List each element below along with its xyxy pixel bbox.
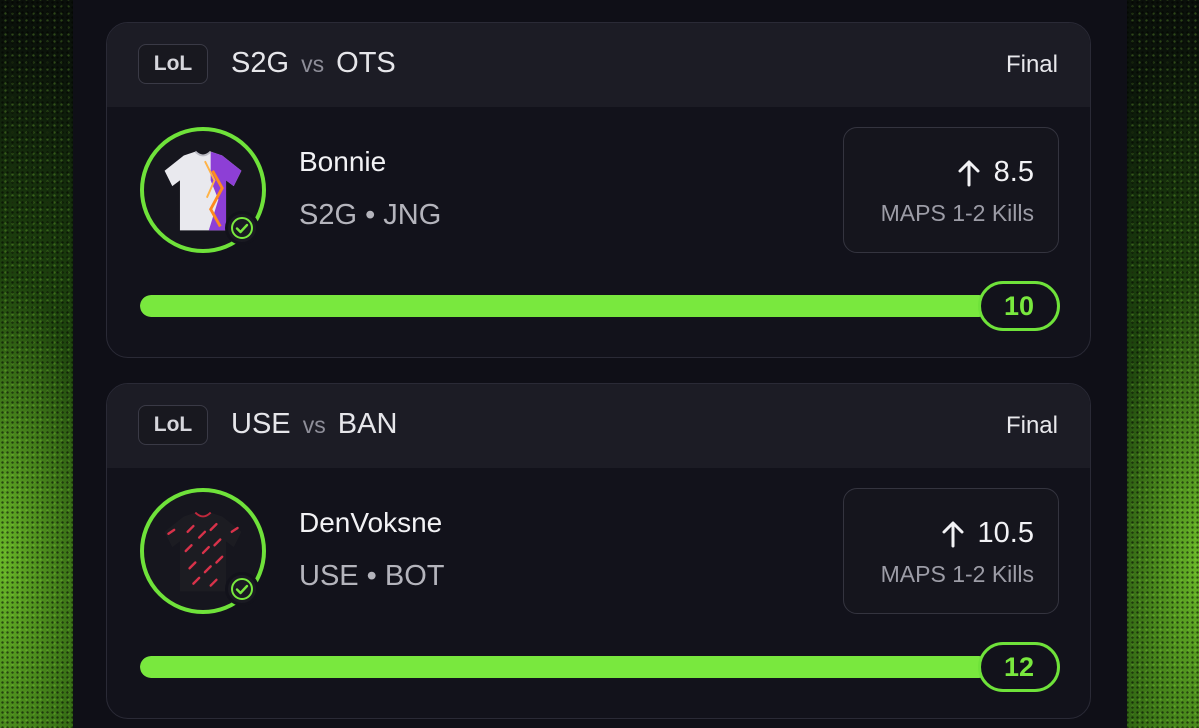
projection-box: 8.5 MAPS 1-2 Kills: [843, 127, 1059, 253]
stat-type: MAPS 1-2 Kills: [880, 200, 1034, 226]
arrow-up-icon: [958, 160, 980, 186]
progress-fill: [140, 295, 990, 317]
matchup: S2G vs OTS: [231, 47, 396, 80]
line-value: 8.5: [993, 156, 1034, 188]
matchup: USE vs BAN: [231, 408, 397, 441]
team-b: BAN: [337, 408, 398, 440]
card-header: LoL S2G vs OTS Final: [107, 23, 1090, 107]
stat-type: MAPS 1-2 Kills: [880, 561, 1034, 587]
team-a: S2G: [231, 47, 290, 79]
vs-label: vs: [301, 51, 325, 77]
pick-card[interactable]: LoL S2G vs OTS Final Bonnie S2G • JNG 8.: [106, 22, 1091, 358]
projection-line: 8.5: [956, 156, 1034, 189]
game-status: Final: [1005, 51, 1058, 78]
projection-line: 10.5: [940, 517, 1034, 550]
verified-check-icon: [225, 211, 259, 245]
vs-label: vs: [302, 412, 326, 438]
player-team-position: S2G • JNG: [299, 199, 442, 231]
progress-fill: [140, 656, 990, 678]
card-header: LoL USE vs BAN Final: [107, 384, 1090, 468]
pick-card[interactable]: LoL USE vs BAN Final DenVoksne USE • BOT: [106, 383, 1091, 719]
game-badge: LoL: [138, 405, 208, 445]
progress-track: [140, 295, 990, 317]
line-value: 10.5: [977, 517, 1034, 549]
game-badge: LoL: [138, 44, 208, 84]
progress-track: [140, 656, 990, 678]
result-value: 12: [978, 642, 1060, 692]
arrow-up-icon: [942, 521, 964, 547]
player-name: DenVoksne: [299, 507, 443, 538]
projection-box: 10.5 MAPS 1-2 Kills: [843, 488, 1059, 614]
game-status: Final: [1005, 412, 1058, 439]
team-a: USE: [231, 408, 291, 440]
player-team-position: USE • BOT: [299, 560, 445, 592]
verified-check-icon: [225, 572, 259, 606]
player-name: Bonnie: [299, 146, 387, 177]
result-value: 10: [978, 281, 1060, 331]
team-b: OTS: [336, 47, 396, 79]
